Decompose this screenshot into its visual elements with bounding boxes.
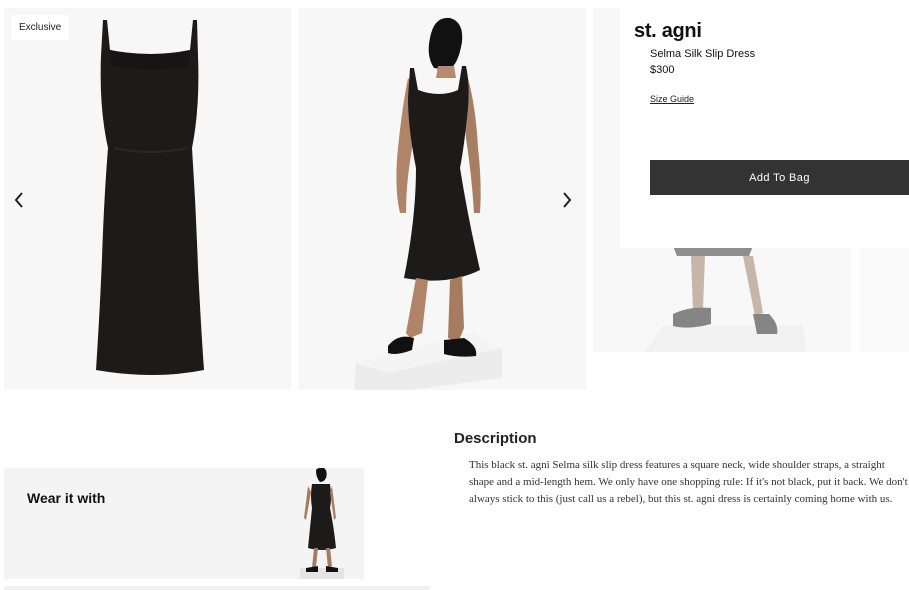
exclusive-badge: Exclusive: [11, 15, 70, 40]
product-image-front[interactable]: Exclusive: [4, 8, 291, 390]
wear-it-with-title: Wear it with: [27, 490, 106, 506]
brand-name[interactable]: st. agni: [634, 20, 702, 43]
product-image-back[interactable]: [298, 8, 586, 390]
divider: [4, 586, 430, 590]
size-guide-link[interactable]: Size Guide: [650, 94, 694, 104]
product-price: $300: [650, 64, 675, 76]
description-heading: Description: [454, 430, 537, 447]
model-back-illustration: [354, 17, 502, 390]
carousel-next-button[interactable]: [555, 188, 579, 212]
product-info-card: st. agni Selma Silk Slip Dress $300 Size…: [620, 8, 909, 248]
add-to-bag-button[interactable]: Add To Bag: [650, 160, 909, 195]
chevron-left-icon: [14, 192, 23, 208]
wear-it-with-thumbnail[interactable]: [292, 468, 352, 579]
carousel-prev-button[interactable]: [7, 188, 31, 212]
description-text: This black st. agni Selma silk slip dres…: [469, 459, 908, 505]
product-name: Selma Silk Slip Dress: [650, 48, 756, 60]
dress-front-illustration: [96, 20, 204, 375]
chevron-right-icon: [563, 192, 572, 208]
wear-it-with-panel: Wear it with: [4, 468, 364, 579]
